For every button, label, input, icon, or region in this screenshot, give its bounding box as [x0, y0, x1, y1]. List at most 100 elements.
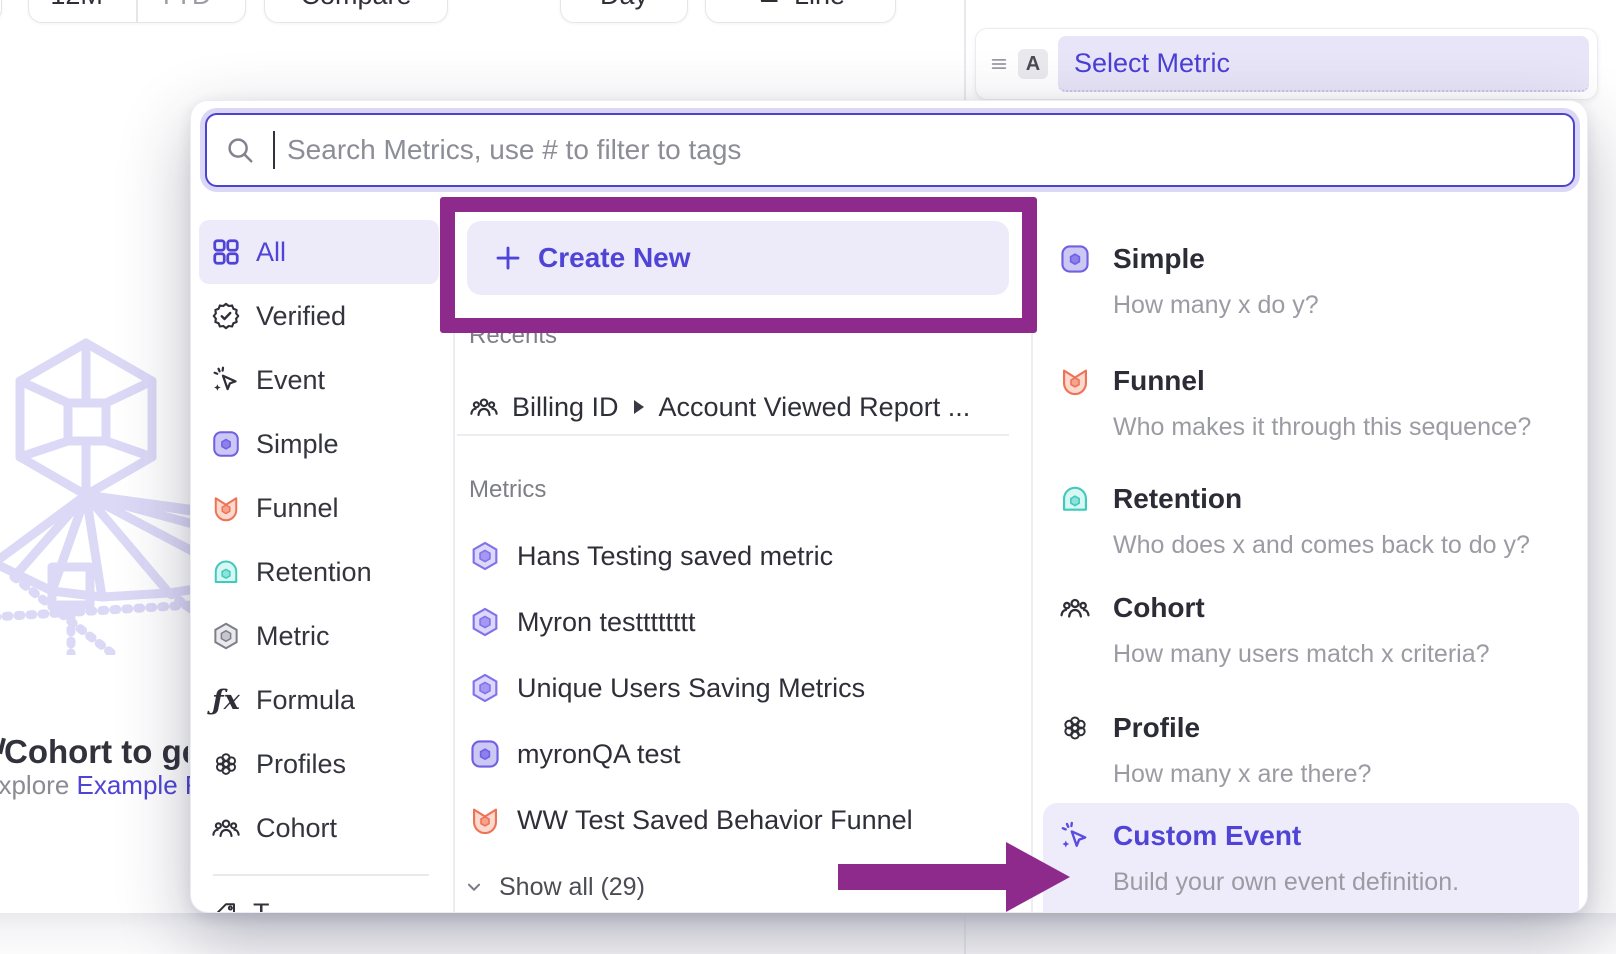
sidebar-item-label: All [256, 237, 286, 268]
funnel-icon [1059, 365, 1091, 397]
toolbar-button-fragment[interactable] [0, 0, 2, 23]
metric-type-head: Custom Event [1059, 814, 1579, 858]
sidebar-partial-label: T [253, 898, 270, 913]
sidebar-item-funnel[interactable]: Funnel [199, 476, 439, 540]
metric-hexagon-icon [469, 540, 501, 572]
granularity-button[interactable]: Day [560, 0, 688, 23]
cohort-icon [1059, 592, 1091, 624]
sidebar-item-simple[interactable]: Simple [199, 412, 439, 476]
metric-list-item-myronqa-test[interactable]: myronQA test [469, 721, 1009, 787]
metric-type-title: Simple [1113, 237, 1205, 281]
metric-type-description: How many x do y? [1113, 290, 1579, 320]
metric-list-item-unique-users-saving-metrics[interactable]: Unique Users Saving Metrics [469, 655, 1009, 721]
metric-icon [211, 621, 241, 651]
caret-right-icon [634, 400, 644, 414]
sidebar-item-profiles[interactable]: Profiles [199, 732, 439, 796]
metric-type-funnel[interactable]: FunnelWho makes it through this sequence… [1059, 359, 1579, 442]
sidebar-item-label: Profiles [256, 749, 346, 780]
profiles-icon [1059, 712, 1091, 744]
metric-item-label: myronQA test [517, 739, 681, 770]
sidebar-item-retention[interactable]: Retention [199, 540, 439, 604]
funnel-icon [469, 804, 501, 836]
sidebar-item-metric[interactable]: Metric [199, 604, 439, 668]
create-new-button[interactable]: Create New [467, 221, 1009, 295]
retention-icon [211, 557, 241, 587]
metric-type-simple[interactable]: Simple How many x do y? [1059, 237, 1579, 320]
metrics-section-label: Metrics [469, 476, 546, 504]
metric-list-item-hans-testing-saved-metric[interactable]: Hans Testing saved metric [469, 523, 1009, 589]
metric-type-head: Simple [1059, 237, 1579, 281]
metric-type-profile[interactable]: Profile How many x are there? [1059, 706, 1579, 789]
metric-type-head: Retention [1059, 477, 1579, 521]
select-metric-field[interactable]: Select Metric [1058, 36, 1589, 92]
metric-type-title: Profile [1113, 706, 1200, 750]
compare-label: Compare [300, 0, 411, 11]
grid-icon [211, 237, 241, 267]
drag-handle-icon[interactable] [988, 53, 1010, 75]
explore-text: explore [0, 770, 77, 800]
range-ytd-label: YTD [157, 0, 211, 11]
select-metric-modal: All Verified Event Simple Funnel Retention Met… [190, 100, 1588, 913]
custom-event-icon [1059, 820, 1091, 852]
saved-metrics-list: Hans Testing saved metric Myron testttttt… [469, 523, 1009, 853]
range-12m-label: 12M [50, 0, 103, 11]
metric-type-title: Cohort [1113, 586, 1205, 630]
formula-icon: ƒx [211, 685, 241, 715]
recent-item-group: Billing ID [512, 392, 619, 423]
sidebar-item-label: Simple [256, 429, 339, 460]
metric-query-row: A Select Metric [975, 28, 1598, 100]
search-icon [225, 135, 255, 165]
background-explore-line: explore Example R [0, 770, 190, 801]
profiles-icon [211, 749, 241, 779]
metric-type-description: How many users match x criteria? [1113, 639, 1579, 669]
create-new-label: Create New [538, 242, 691, 274]
simple-icon [1059, 243, 1091, 275]
sidebar-item-formula[interactable]: ƒxFormula [199, 668, 439, 732]
range-12m-button[interactable]: 12M [29, 0, 124, 22]
line-chart-icon [756, 0, 782, 8]
metric-hexagon-icon [469, 672, 501, 704]
sidebar-item-label: Event [256, 365, 325, 396]
cohort-icon [469, 392, 499, 422]
metric-type-retention[interactable]: RetentionWho does x and comes back to do… [1059, 477, 1579, 560]
metric-list-item-ww-test-saved-behavior-funnel[interactable]: WW Test Saved Behavior Funnel [469, 787, 1009, 853]
sidebar-item-all[interactable]: All [199, 220, 439, 284]
column-divider [1031, 206, 1033, 913]
compare-button[interactable]: Compare [264, 0, 448, 23]
plus-icon [493, 243, 523, 273]
metric-type-description: Build your own event definition. [1113, 867, 1579, 897]
metric-item-label: Hans Testing saved metric [517, 541, 833, 572]
range-ytd-button[interactable]: YTD [150, 0, 245, 22]
sidebar-item-verified[interactable]: Verified [199, 284, 439, 348]
sidebar-item-event[interactable]: Event [199, 348, 439, 412]
metric-type-head: Profile [1059, 706, 1579, 750]
show-all-button[interactable]: Show all (29) [463, 869, 645, 905]
recents-section-label: Recents [469, 322, 557, 350]
metric-list-item-myron-testttttttt[interactable]: Myron testttttttt [469, 589, 1009, 655]
column-divider [453, 206, 455, 913]
search-input[interactable] [287, 134, 1555, 166]
sidebar-item-partial[interactable]: T [211, 898, 270, 913]
chart-type-label: Line [794, 0, 845, 11]
chevron-down-icon [219, 0, 237, 4]
metric-hexagon-icon [469, 606, 501, 638]
sidebar-item-cohort[interactable]: Cohort [199, 796, 439, 860]
sidebar-item-label: Metric [256, 621, 330, 652]
metric-type-head: Funnel [1059, 359, 1579, 403]
granularity-label: Day [600, 0, 648, 11]
example-link[interactable]: Example R [77, 770, 191, 800]
metric-type-title: Retention [1113, 477, 1242, 521]
simple-icon [211, 429, 241, 459]
show-all-label: Show all (29) [499, 873, 645, 902]
sidebar-item-label: Retention [256, 557, 372, 588]
recents-divider [457, 434, 1009, 436]
metric-type-cohort[interactable]: Cohort How many users match x criteria? [1059, 586, 1579, 669]
recent-metric-item[interactable]: Billing ID Account Viewed Report ... [469, 389, 970, 425]
metric-type-custom-event[interactable]: Custom Event Build your own event definit… [1059, 814, 1579, 897]
funnel-icon [211, 493, 241, 523]
metric-type-description: How many x are there? [1113, 759, 1579, 789]
sidebar-item-label: Funnel [256, 493, 339, 524]
chart-type-button[interactable]: Line [705, 0, 896, 23]
event-icon [211, 365, 241, 395]
metric-type-title: Funnel [1113, 359, 1205, 403]
